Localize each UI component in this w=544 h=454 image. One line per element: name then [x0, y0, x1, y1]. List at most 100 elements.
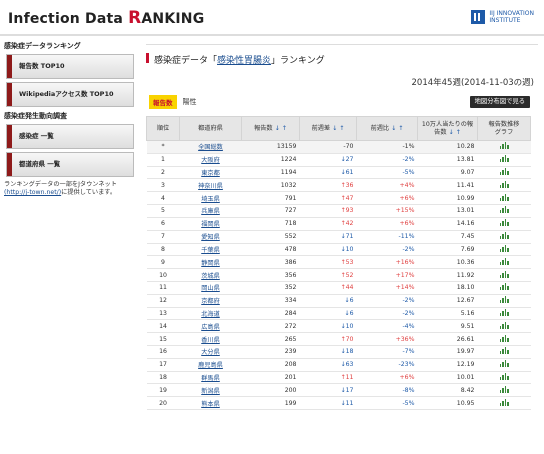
col-prev-ratio[interactable]: 前週比 ↓ ↑ [356, 116, 418, 141]
bar-chart-icon[interactable] [499, 180, 509, 188]
cell-pref-link[interactable]: 北海道 [179, 307, 242, 321]
cell-prev-diff: ↓63 [299, 358, 357, 372]
bar-chart-icon[interactable] [499, 168, 509, 176]
table-row: 14 広島県 272 ↓10 -4% 9.51 [146, 319, 531, 334]
cell-count: 352 [241, 281, 300, 295]
map-view-button[interactable]: 地図分布図で見る [469, 96, 530, 108]
table-row-national: * 全国総数 13159 -70 -1% 10.28 [146, 140, 531, 154]
cell-graph[interactable] [477, 358, 531, 372]
cell-pref-link[interactable]: 東京都 [179, 166, 242, 180]
cell-pref-link[interactable]: 大阪府 [179, 153, 242, 167]
sidebar-item-disease-list[interactable]: 感染症 一覧 [6, 124, 134, 149]
table-header-row: 順位 都道府県 報告数 ↓ ↑ 前週差 ↓ ↑ 前週比 ↓ ↑ 10万人当たりの… [146, 116, 531, 141]
bar-chart-icon[interactable] [499, 232, 509, 240]
sidebar-item-wikipedia-top10[interactable]: Wikipediaアクセス数 TOP10 [6, 82, 134, 107]
cell-graph[interactable] [477, 153, 531, 167]
cell-pref-link[interactable]: 京都府 [179, 294, 242, 308]
sort-arrows-icon[interactable]: ↓ ↑ [275, 125, 287, 132]
cell-per100k: 9.51 [417, 319, 478, 334]
cell-graph[interactable] [477, 140, 531, 154]
bar-chart-icon[interactable] [499, 142, 509, 150]
logo-r-letter: R [128, 8, 142, 28]
bar-chart-icon[interactable] [499, 193, 509, 201]
cell-graph[interactable] [477, 371, 531, 385]
bar-chart-icon[interactable] [499, 270, 509, 278]
cell-pref-link[interactable]: 愛知県 [179, 230, 242, 244]
cell-pref-link[interactable]: 千葉県 [179, 243, 242, 257]
cell-pref-link[interactable]: 兵庫県 [179, 204, 242, 218]
cell-graph[interactable] [477, 268, 531, 282]
cell-pref-link[interactable]: 大分県 [179, 345, 242, 359]
sort-arrows-icon[interactable]: ↓ ↑ [449, 129, 461, 136]
disease-link[interactable]: 感染性胃腸炎 [217, 56, 271, 66]
sort-arrows-icon[interactable]: ↓ ↑ [391, 125, 403, 132]
cell-graph[interactable] [477, 307, 531, 321]
cell-pref-link[interactable]: 岡山県 [179, 281, 242, 295]
cell-graph[interactable] [477, 383, 531, 398]
sidebar-item-pref-list[interactable]: 都道府県 一覧 [6, 152, 134, 177]
bar-chart-icon[interactable] [499, 360, 509, 368]
cell-pref-link[interactable]: 広島県 [179, 319, 242, 334]
bar-chart-icon[interactable] [499, 308, 509, 316]
cell-graph[interactable] [477, 178, 531, 193]
cell-pref-link[interactable]: 新潟県 [179, 383, 242, 398]
sidebar-item-reports-top10[interactable]: 報告数 TOP10 [6, 54, 134, 79]
cell-graph[interactable] [477, 230, 531, 244]
cell-graph[interactable] [477, 319, 531, 334]
cell-graph[interactable] [477, 243, 531, 257]
cell-graph[interactable] [477, 332, 531, 346]
cell-pref-link[interactable]: 茨城県 [179, 268, 242, 282]
bar-chart-icon[interactable] [499, 206, 509, 214]
jtown-link[interactable]: (http://j-town.net/) [4, 189, 61, 196]
tab-reports[interactable]: 報告数 [149, 95, 177, 109]
col-per100k[interactable]: 10万人当たりの報 告数 ↓ ↑ [417, 116, 478, 141]
bar-chart-icon[interactable] [499, 334, 509, 342]
cell-rank: * [146, 140, 180, 154]
cell-pref-link[interactable]: 福岡県 [179, 217, 242, 231]
tab-positive[interactable]: 陽性 [183, 97, 197, 107]
bar-chart-icon[interactable] [499, 244, 509, 252]
bar-chart-icon[interactable] [499, 155, 509, 163]
cell-graph[interactable] [477, 166, 531, 180]
bar-chart-icon[interactable] [499, 257, 509, 265]
bar-chart-icon[interactable] [499, 283, 509, 291]
bar-chart-icon[interactable] [499, 296, 509, 304]
cell-graph[interactable] [477, 191, 531, 206]
bar-chart-icon[interactable] [499, 398, 509, 406]
cell-prev-diff: ↓27 [299, 153, 357, 167]
bar-chart-icon[interactable] [499, 347, 509, 355]
cell-pref-link[interactable]: 群馬県 [179, 371, 242, 385]
col-prev-diff[interactable]: 前週差 ↓ ↑ [299, 116, 357, 141]
cell-per100k: 14.16 [417, 217, 478, 231]
cell-pref-link[interactable]: 静岡県 [179, 255, 242, 270]
cell-graph[interactable] [477, 281, 531, 295]
cell-pref-link[interactable]: 鹿児島県 [179, 358, 242, 372]
bar-chart-icon[interactable] [499, 373, 509, 381]
bar-chart-icon[interactable] [499, 219, 509, 227]
iij-logo[interactable]: IIJ INNOVATION INSTITUTE [471, 8, 534, 26]
cell-pref-link[interactable]: 神奈川県 [179, 178, 242, 193]
bar-chart-icon[interactable] [499, 321, 509, 329]
cell-count: 791 [241, 191, 300, 206]
table-row: 18 群馬県 201 ↑11 +6% 10.01 [146, 371, 531, 385]
table-row: 17 鹿児島県 208 ↓63 -23% 12.19 [146, 358, 531, 372]
site-logo[interactable]: Infection Data RANKING [8, 8, 204, 28]
ranking-table: 順位 都道府県 報告数 ↓ ↑ 前週差 ↓ ↑ 前週比 ↓ ↑ 10万人当たりの… [146, 116, 531, 411]
cell-pref-link[interactable]: 熊本県 [179, 396, 242, 411]
sidebar-section-ranking-title: 感染症データランキング [4, 42, 81, 50]
cell-graph[interactable] [477, 396, 531, 411]
table-row: 1 大阪府 1224 ↓27 -2% 13.81 [146, 153, 531, 167]
cell-pref-link[interactable]: 香川県 [179, 332, 242, 346]
bar-chart-icon[interactable] [499, 385, 509, 393]
cell-graph[interactable] [477, 345, 531, 359]
cell-prev-ratio: -8% [356, 383, 418, 398]
cell-per100k: 11.41 [417, 178, 478, 193]
sort-arrows-icon[interactable]: ↓ ↑ [332, 125, 344, 132]
cell-pref-link[interactable]: 埼玉県 [179, 191, 242, 206]
cell-graph[interactable] [477, 294, 531, 308]
cell-graph[interactable] [477, 217, 531, 231]
cell-pref-link[interactable]: 全国総数 [179, 140, 242, 154]
cell-graph[interactable] [477, 255, 531, 270]
cell-graph[interactable] [477, 204, 531, 218]
col-count[interactable]: 報告数 ↓ ↑ [241, 116, 300, 141]
